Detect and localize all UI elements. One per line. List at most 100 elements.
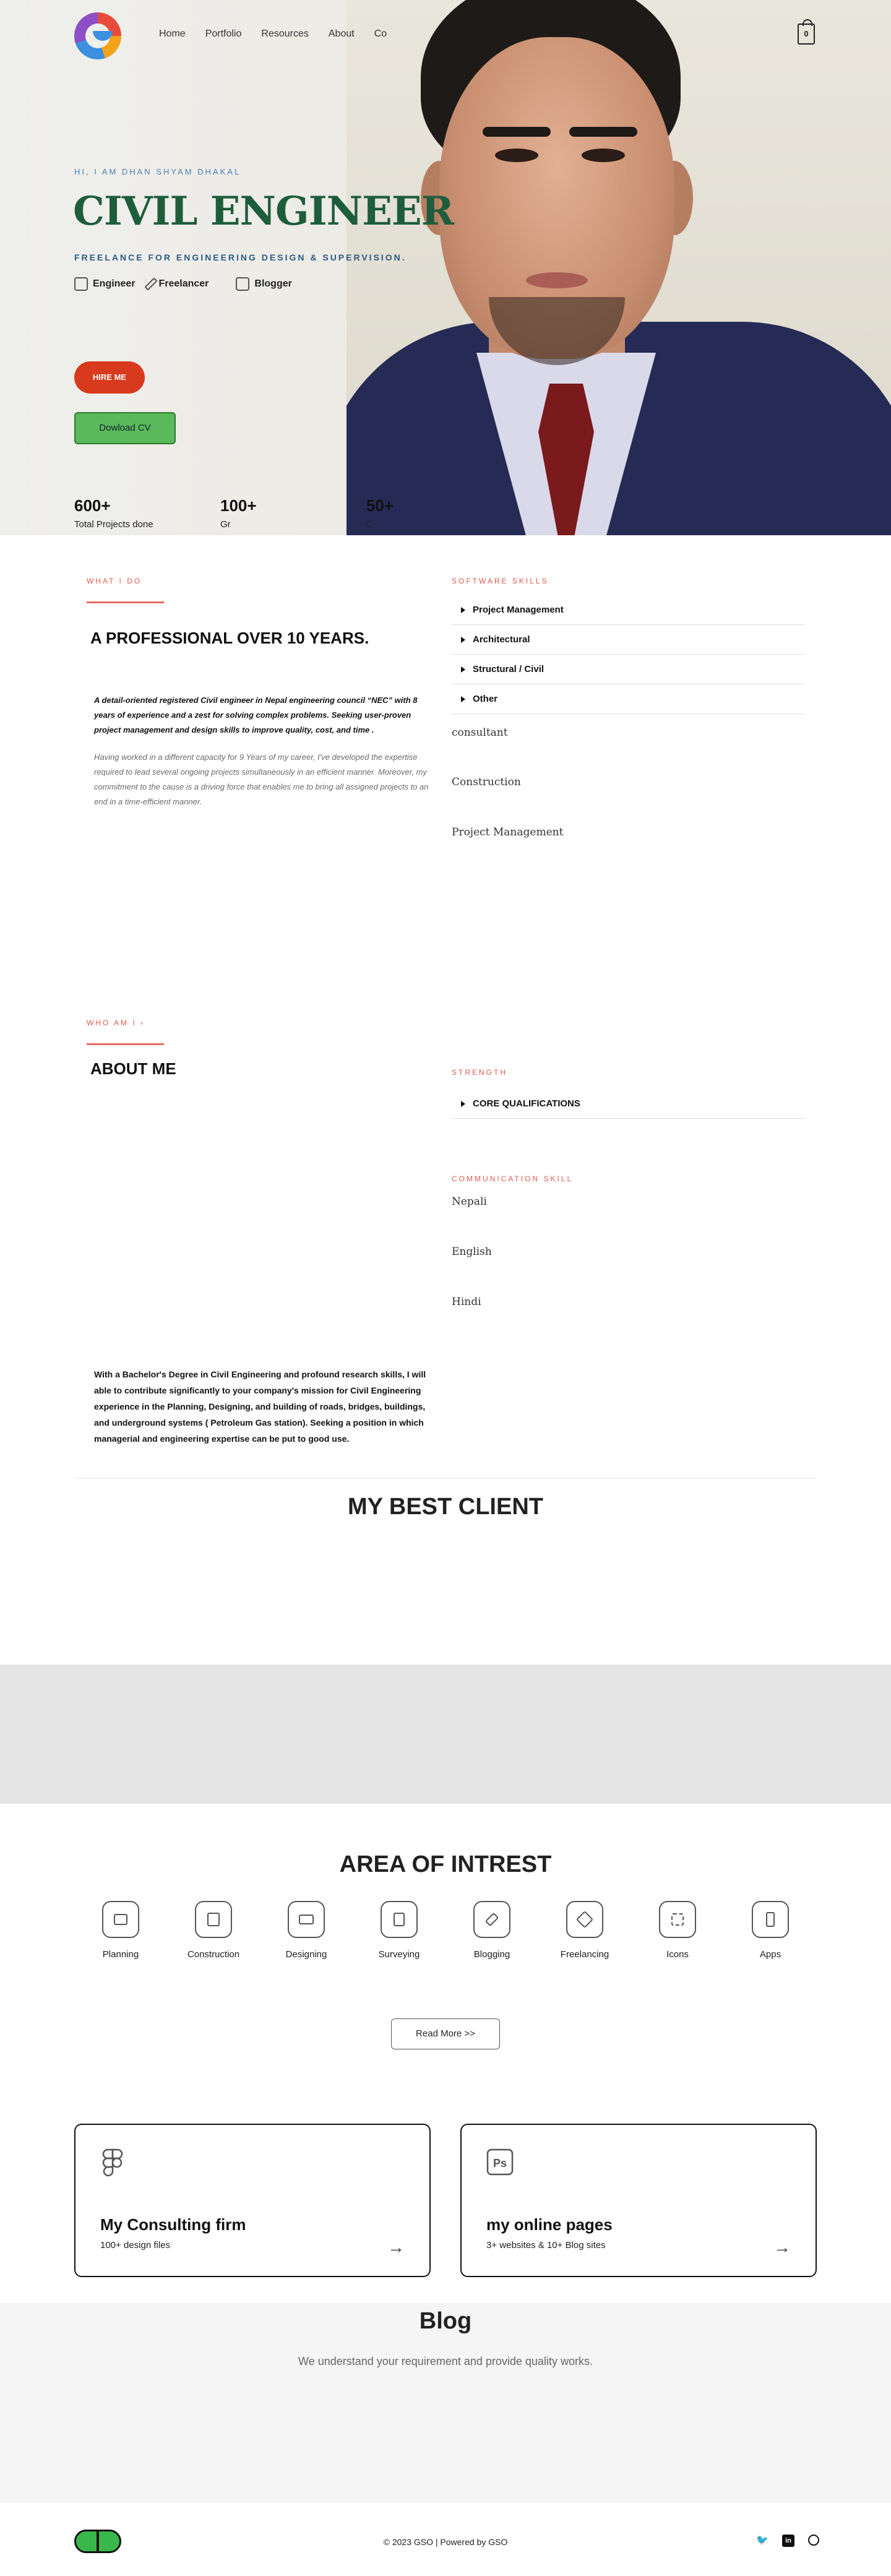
interest-label: Construction xyxy=(187,1949,240,1960)
accordion-label: Project Management xyxy=(473,605,564,615)
accordion-other[interactable]: Other xyxy=(452,684,804,714)
social-links: 🐦 in xyxy=(756,2535,819,2547)
cart-count: 0 xyxy=(804,29,809,38)
accordion-core-qualifications[interactable]: CORE QUALIFICATIONS xyxy=(452,1089,804,1119)
dribbble-icon[interactable] xyxy=(808,2535,819,2546)
strength-eyebrow: STRENGTH xyxy=(452,1068,507,1077)
download-cv-button[interactable]: Dowload CV xyxy=(74,412,176,444)
online-pages-card[interactable]: Ps my online pages 3+ websites & 10+ Blo… xyxy=(460,2124,817,2277)
interest-planning[interactable]: Planning xyxy=(74,1901,167,1960)
language-hindi: Hindi xyxy=(452,1296,481,1308)
card-subtitle: 100+ design files xyxy=(100,2240,170,2251)
role-label: Engineer xyxy=(93,278,136,289)
caret-right-icon xyxy=(461,1100,465,1107)
who-am-i-eyebrow: WHO AM I › xyxy=(87,1019,145,1027)
accordion-label: Other xyxy=(473,694,498,704)
caret-right-icon xyxy=(461,636,465,643)
interest-surveying[interactable]: Surveying xyxy=(353,1901,446,1960)
interest-construction[interactable]: Construction xyxy=(167,1901,260,1960)
stat-label: Total Projects done xyxy=(74,519,153,530)
interest-icons[interactable]: Icons xyxy=(631,1901,724,1960)
skill-construction: Construction xyxy=(452,776,521,788)
consulting-firm-card[interactable]: My Consulting firm 100+ design files → xyxy=(74,2124,431,2277)
home-icon xyxy=(74,277,88,291)
caret-right-icon xyxy=(461,666,465,673)
interest-label: Freelancing xyxy=(560,1949,609,1960)
photoshop-icon: Ps xyxy=(486,2148,514,2176)
interest-freelancing[interactable]: Freelancing xyxy=(538,1901,631,1960)
stat-third: 50+ C xyxy=(366,496,512,530)
arrow-right-icon[interactable]: → xyxy=(387,2238,405,2257)
window-icon xyxy=(102,1901,139,1938)
about-paragraph: With a Bachelor's Degree in Civil Engine… xyxy=(94,1369,426,1444)
interest-designing[interactable]: Designing xyxy=(260,1901,353,1960)
communication-eyebrow: COMMUNICATION SKILL xyxy=(452,1174,574,1183)
pen-icon xyxy=(473,1901,510,1938)
tablet-icon xyxy=(381,1901,418,1938)
role-blogger: Blogger xyxy=(236,277,292,291)
page: Home Portfolio Resources About Co 0 HI, … xyxy=(0,0,891,2576)
figma-icon xyxy=(102,2148,123,2177)
interest-apps[interactable]: Apps xyxy=(724,1901,817,1960)
role-engineer: Engineer xyxy=(74,277,135,291)
stat-label: Gr xyxy=(220,519,231,530)
summary-paragraph: A detail-oriented registered Civil engin… xyxy=(94,696,418,734)
hero-stats: 600+ Total Projects done 100+ Gr 50+ C xyxy=(74,496,512,530)
site-logo[interactable] xyxy=(74,12,121,59)
blog-title: Blog xyxy=(419,2308,472,2334)
arrow-right-icon[interactable]: → xyxy=(773,2238,791,2257)
hero-section: Home Portfolio Resources About Co 0 HI, … xyxy=(0,0,891,535)
hero-title: CIVIL ENGINEER xyxy=(73,188,454,235)
stat-label: C xyxy=(366,519,373,530)
main-nav: Home Portfolio Resources About Co xyxy=(159,28,387,40)
hero-intro: HI, I AM DHAN SHYAM DHAKAL xyxy=(74,167,241,176)
nav-contact[interactable]: Co xyxy=(374,28,387,40)
interest-label: Planning xyxy=(102,1949,139,1960)
twitter-icon[interactable]: 🐦 xyxy=(756,2535,768,2547)
stat-projects: 600+ Total Projects done xyxy=(74,496,220,530)
accordion-label: Architectural xyxy=(473,634,530,645)
interest-label: Blogging xyxy=(473,1949,510,1960)
area-of-interest-heading: AREA OF INTREST xyxy=(339,1851,552,1877)
hire-me-button[interactable]: HIRE ME xyxy=(74,361,145,394)
nav-about[interactable]: About xyxy=(329,28,355,40)
layers-icon xyxy=(566,1901,603,1938)
client-logos-band xyxy=(0,1665,891,1804)
who-am-i-text: WHO AM I xyxy=(87,1019,137,1027)
nav-portfolio[interactable]: Portfolio xyxy=(205,28,242,40)
interest-blogging[interactable]: Blogging xyxy=(446,1901,538,1960)
buildings-icon xyxy=(195,1901,232,1938)
what-i-do-eyebrow: WHAT I DO xyxy=(87,577,142,585)
nav-home[interactable]: Home xyxy=(159,28,186,40)
caret-right-icon xyxy=(461,606,465,613)
linkedin-icon[interactable]: in xyxy=(782,2535,794,2547)
pencil-icon xyxy=(144,277,158,291)
svg-text:Ps: Ps xyxy=(493,2157,507,2169)
role-label: Blogger xyxy=(254,278,292,289)
cart-icon[interactable]: 0 xyxy=(798,19,815,45)
stat-number: 600+ xyxy=(74,496,111,515)
caret-right-icon xyxy=(461,696,465,702)
document-icon xyxy=(236,277,250,291)
accordion-label: Structural / Civil xyxy=(473,664,544,674)
skill-consultant: consultant xyxy=(452,726,508,739)
section-underline xyxy=(87,601,164,603)
interest-list: Planning Construction Designing Surveyin… xyxy=(74,1901,817,1960)
nav-resources[interactable]: Resources xyxy=(261,28,308,40)
software-skills-eyebrow: SOFTWARE SKILLS xyxy=(452,577,549,585)
experience-paragraph: Having worked in a different capacity fo… xyxy=(94,752,429,806)
phone-icon xyxy=(752,1901,789,1938)
skill-project-management: Project Management xyxy=(452,826,564,838)
stat-number: 50+ xyxy=(366,496,394,515)
best-client-heading: MY BEST CLIENT xyxy=(348,1494,543,1520)
read-more-button[interactable]: Read More >> xyxy=(391,2018,500,2049)
hero-portrait-photo xyxy=(346,0,891,535)
language-nepali: Nepali xyxy=(452,1195,487,1208)
accordion-label: CORE QUALIFICATIONS xyxy=(473,1098,580,1109)
interest-label: Designing xyxy=(285,1949,327,1960)
accordion-architectural[interactable]: Architectural xyxy=(452,625,804,655)
interest-label: Icons xyxy=(666,1949,689,1960)
accordion-structural-civil[interactable]: Structural / Civil xyxy=(452,655,804,684)
role-freelancer: Freelancer xyxy=(144,277,209,291)
accordion-project-management[interactable]: Project Management xyxy=(452,595,804,625)
